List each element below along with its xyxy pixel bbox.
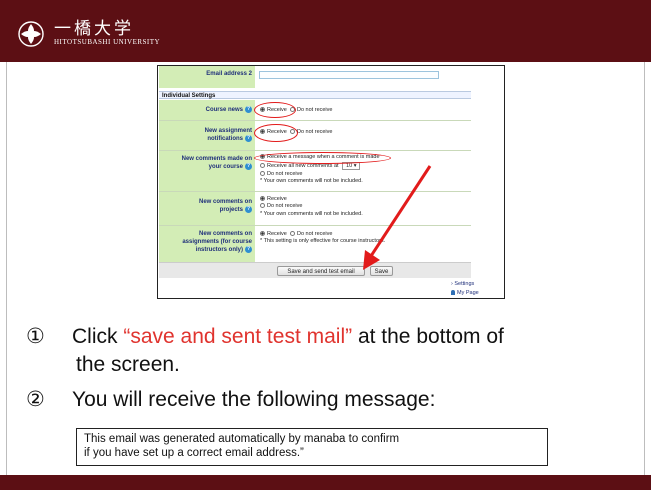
instruction-step-2: ② You will receive the following message… [26, 386, 626, 414]
step-2-number: ② [26, 388, 45, 411]
university-logo: 一橋大学 HITOTSUBASHI UNIVERSITY [18, 20, 160, 47]
university-seal-icon [18, 20, 44, 47]
footer-bar [0, 475, 651, 490]
step-1-post: at the bottom of [352, 325, 504, 348]
logo-japanese: 一橋大学 [54, 19, 134, 39]
step-1-highlight: “save and sent test mail” [123, 325, 353, 348]
email-message-box: This email was generated automatically b… [76, 428, 548, 466]
message-line-2: if you have set up a correct email addre… [84, 447, 304, 459]
logo-english: HITOTSUBASHI UNIVERSITY [54, 38, 161, 46]
step-2-text: You will receive the following message: [72, 388, 436, 411]
step-1-text: Click “save and sent test mail” at the b… [72, 323, 504, 351]
instruction-step-1: ① Click “save and sent test mail” at the… [26, 323, 626, 379]
red-arrow-annotation [363, 165, 432, 270]
step-1-line2: the screen. [76, 353, 180, 376]
header-bar: 一橋大学 HITOTSUBASHI UNIVERSITY [0, 0, 651, 62]
message-line-1: This email was generated automatically b… [84, 433, 400, 445]
step-1-number: ① [26, 325, 45, 348]
step-1-pre: Click [72, 325, 124, 348]
settings-screenshot: Email address 2 Individual Settings Cour… [157, 65, 505, 299]
